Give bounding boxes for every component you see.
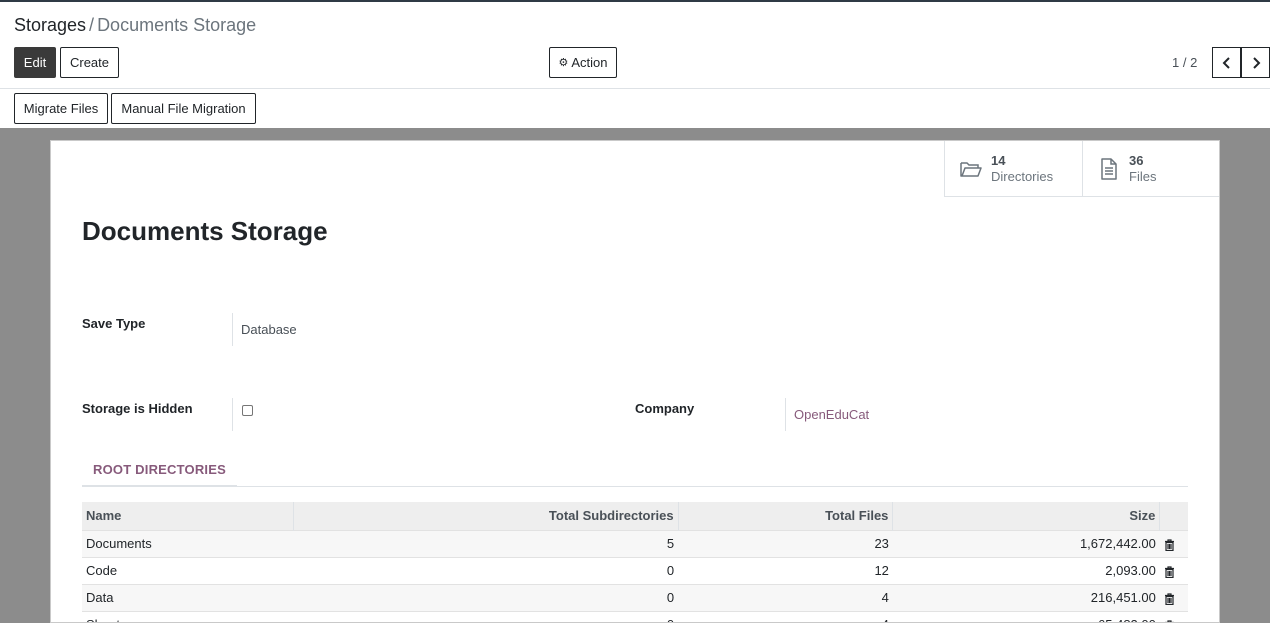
storage-hidden-checkbox[interactable] bbox=[242, 404, 253, 416]
storage-hidden-label: Storage is Hidden bbox=[82, 401, 193, 416]
breadcrumb-storages-link[interactable]: Storages bbox=[14, 15, 86, 35]
cell-name: Data bbox=[82, 583, 294, 611]
pager-value[interactable]: 1 / 2 bbox=[1172, 55, 1197, 70]
trash-icon bbox=[1164, 565, 1174, 578]
statusbar: Migrate Files Manual File Migration bbox=[0, 88, 1270, 128]
cell-size: 2,093.00 bbox=[892, 556, 1160, 584]
files-count: 36 bbox=[1129, 152, 1144, 168]
trash-icon bbox=[1164, 592, 1174, 605]
save-type-label: Save Type bbox=[82, 316, 146, 331]
cell-subdirectories: 0 bbox=[293, 583, 679, 611]
cell-size: 216,451.00 bbox=[892, 583, 1160, 611]
cell-files: 23 bbox=[678, 529, 893, 557]
cell-size: 1,672,442.00 bbox=[892, 529, 1160, 557]
directories-count: 14 bbox=[991, 152, 1006, 168]
form-sheet: 14 Directories 36 Files Documents Storag… bbox=[50, 140, 1220, 623]
chevron-left-icon bbox=[1222, 56, 1230, 69]
cell-name: Sheets bbox=[82, 610, 294, 622]
table-row[interactable]: Code 0 12 2,093.00 bbox=[82, 556, 1188, 584]
trash-icon bbox=[1164, 538, 1174, 551]
control-panel: Storages / Documents Storage Edit Create ⚙… bbox=[0, 2, 1270, 88]
action-label: Action bbox=[571, 55, 608, 70]
pager-next-button[interactable] bbox=[1241, 47, 1270, 78]
table-row[interactable]: Sheets 0 4 65,482.00 bbox=[82, 610, 1188, 622]
delete-row-button[interactable] bbox=[1159, 556, 1188, 584]
company-link[interactable]: OpenEduCat bbox=[785, 398, 869, 431]
cell-files: 4 bbox=[678, 610, 893, 622]
edit-button[interactable]: Edit bbox=[14, 47, 56, 78]
root-directories-table: Name Total Subdirectories Total Files Si… bbox=[82, 502, 1188, 622]
action-button[interactable]: ⚙ Action bbox=[549, 47, 617, 78]
column-header-total-subdirectories[interactable]: Total Subdirectories bbox=[293, 502, 679, 530]
cell-subdirectories: 0 bbox=[293, 610, 679, 622]
column-header-total-files[interactable]: Total Files bbox=[677, 502, 893, 530]
migrate-files-button[interactable]: Migrate Files bbox=[14, 93, 108, 124]
gear-icon: ⚙ bbox=[558, 57, 569, 69]
storage-hidden-field bbox=[232, 398, 253, 431]
pager-previous-button[interactable] bbox=[1212, 47, 1241, 78]
column-header-size[interactable]: Size bbox=[892, 502, 1160, 530]
notebook-tabs: ROOT DIRECTORIES bbox=[82, 454, 1188, 487]
create-button[interactable]: Create bbox=[60, 47, 119, 78]
breadcrumb-separator: / bbox=[89, 15, 95, 35]
column-header-actions bbox=[1159, 502, 1188, 530]
directories-label: Directories bbox=[991, 168, 1054, 184]
save-type-value: Database bbox=[232, 313, 297, 346]
table-row[interactable]: Data 0 4 216,451.00 bbox=[82, 583, 1188, 611]
directories-stat-button[interactable]: 14 Directories bbox=[944, 141, 1082, 197]
files-stat-button[interactable]: 36 Files bbox=[1082, 141, 1219, 197]
table-header-row: Name Total Subdirectories Total Files Si… bbox=[82, 502, 1188, 530]
column-header-name[interactable]: Name bbox=[82, 502, 294, 530]
file-text-icon bbox=[1101, 157, 1117, 180]
company-label: Company bbox=[635, 401, 695, 416]
tab-root-directories[interactable]: ROOT DIRECTORIES bbox=[82, 454, 237, 487]
cell-name: Documents bbox=[82, 529, 294, 557]
cell-size: 65,482.00 bbox=[892, 610, 1160, 622]
cell-files: 4 bbox=[678, 583, 893, 611]
manual-file-migration-button[interactable]: Manual File Migration bbox=[111, 93, 256, 124]
delete-row-button[interactable] bbox=[1159, 610, 1188, 622]
delete-row-button[interactable] bbox=[1159, 583, 1188, 611]
table-row[interactable]: Documents 5 23 1,672,442.00 bbox=[82, 529, 1188, 557]
files-label: Files bbox=[1129, 168, 1157, 184]
cell-subdirectories: 5 bbox=[293, 529, 679, 557]
cell-subdirectories: 0 bbox=[293, 556, 679, 584]
record-title: Documents Storage bbox=[82, 216, 328, 246]
breadcrumb: Storages / Documents Storage bbox=[14, 14, 256, 36]
folder-open-icon bbox=[960, 161, 982, 177]
chevron-right-icon bbox=[1252, 56, 1260, 69]
breadcrumb-current: Documents Storage bbox=[97, 15, 257, 35]
delete-row-button[interactable] bbox=[1159, 529, 1188, 557]
cell-files: 12 bbox=[678, 556, 893, 584]
cell-name: Code bbox=[82, 556, 294, 584]
